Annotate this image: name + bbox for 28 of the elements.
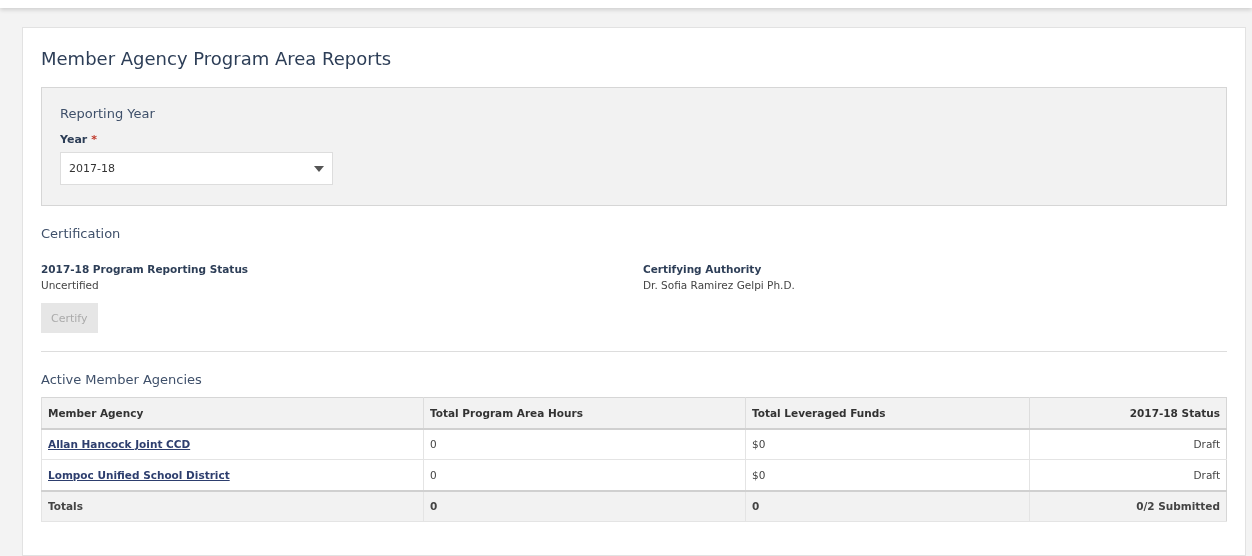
field-value: Dr. Sofia Ramirez Gelpi Ph.D. — [643, 279, 796, 291]
table-cell: $0 — [745, 459, 1030, 491]
table-cell: 0 — [423, 428, 746, 460]
section-heading: Active Member Agencies — [41, 372, 203, 387]
field-value: Uncertified — [41, 279, 100, 291]
table-cell: 0 — [745, 490, 1030, 522]
table-cell: 0 — [423, 459, 746, 491]
field-label: Year — [60, 133, 88, 146]
year-select[interactable]: 2017-18 — [60, 152, 333, 185]
required-mark: * — [91, 133, 98, 146]
agency-link[interactable]: Allan Hancock Joint CCD — [48, 438, 191, 451]
table-cell: Draft — [1029, 459, 1227, 491]
table-cell: $0 — [745, 428, 1030, 460]
table-cell: 0/2 Submitted — [1029, 490, 1227, 522]
column-header: Total Leveraged Funds — [745, 397, 1030, 429]
page-title: Member Agency Program Area Reports — [41, 48, 393, 69]
field-label: 2017-18 Program Reporting Status — [41, 263, 250, 275]
agency-link[interactable]: Lompoc Unified School District — [48, 468, 230, 481]
field-label: Certifying Authority — [643, 263, 763, 275]
column-header: Total Program Area Hours — [423, 397, 746, 429]
column-header: Member Agency — [41, 397, 424, 429]
table-cell: 0 — [423, 490, 746, 522]
table-cell: Draft — [1029, 428, 1227, 460]
caret-icon — [314, 165, 324, 172]
section-heading: Reporting Year — [60, 106, 156, 121]
section-heading: Certification — [41, 226, 122, 241]
table-cell: Totals — [41, 490, 424, 522]
column-header: 2017-18 Status — [1029, 397, 1227, 429]
